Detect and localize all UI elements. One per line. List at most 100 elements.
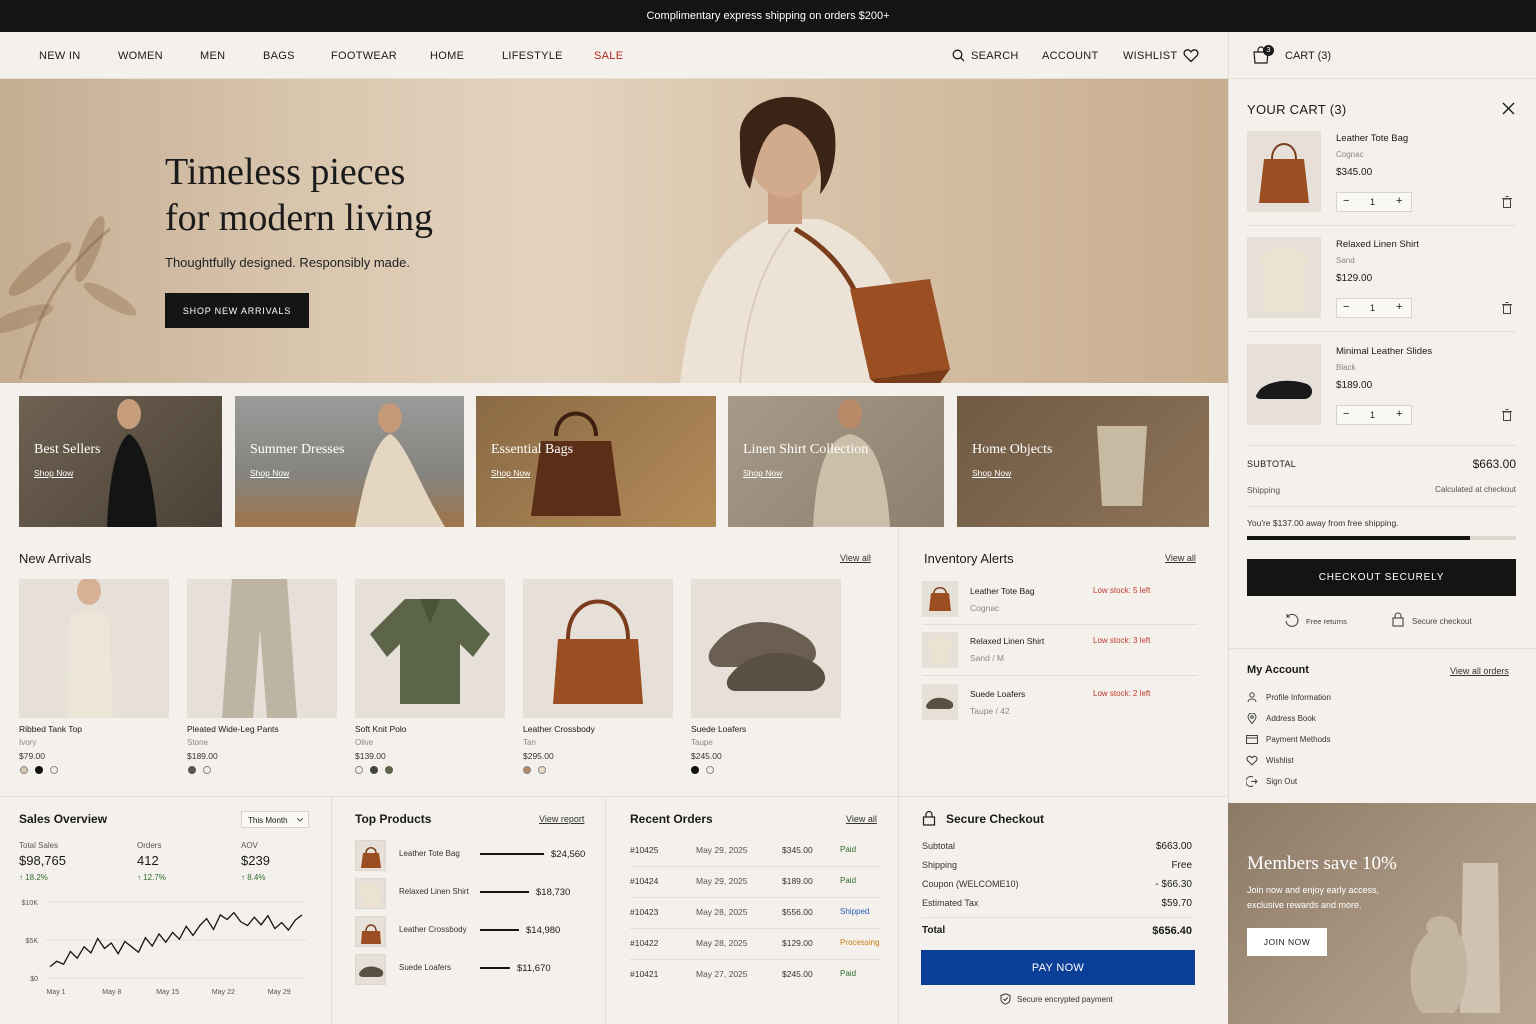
color-swatch[interactable]: [523, 766, 531, 774]
cart-item-image-shirt[interactable]: [1247, 237, 1321, 318]
product-image-crossbody[interactable]: [523, 579, 673, 718]
top-product-name[interactable]: Leather Tote Bag: [399, 849, 460, 858]
nav-men[interactable]: MEN: [200, 50, 225, 62]
search-link[interactable]: SEARCH: [971, 50, 1019, 62]
nav-bags[interactable]: BAGS: [263, 50, 295, 62]
trash-icon[interactable]: [1502, 196, 1512, 208]
product-image-polo[interactable]: [355, 579, 505, 718]
members-title: Members save 10%: [1247, 853, 1397, 874]
nav-new-in[interactable]: NEW IN: [39, 50, 81, 62]
nav-footwear[interactable]: FOOTWEAR: [331, 50, 397, 62]
category-shop-link[interactable]: Shop Now: [491, 468, 530, 478]
decrease-qty-button[interactable]: −: [1343, 195, 1349, 207]
order-id[interactable]: #10423: [630, 907, 658, 917]
top-product-name[interactable]: Suede Loafers: [399, 963, 451, 972]
cart-item-name[interactable]: Minimal Leather Slides: [1336, 346, 1432, 357]
nav-sale[interactable]: SALE: [594, 50, 623, 62]
account-wishlist-link[interactable]: Wishlist: [1266, 756, 1294, 765]
product-price: $189.00: [187, 751, 218, 761]
color-swatch[interactable]: [35, 766, 43, 774]
category-shop-link[interactable]: Shop Now: [34, 468, 73, 478]
top-product-name[interactable]: Relaxed Linen Shirt: [399, 887, 469, 896]
account-sign-out-link[interactable]: Sign Out: [1266, 777, 1297, 786]
period-dropdown[interactable]: This Month: [241, 811, 309, 828]
account-address-link[interactable]: Address Book: [1266, 714, 1316, 723]
top-product-thumbnail: [355, 878, 386, 909]
trash-icon[interactable]: [1502, 409, 1512, 421]
category-summer-dresses[interactable]: Summer Dresses Shop Now: [235, 396, 464, 527]
order-id[interactable]: #10425: [630, 845, 658, 855]
category-shop-link[interactable]: Shop Now: [250, 468, 289, 478]
color-swatch[interactable]: [20, 766, 28, 774]
inventory-item-name[interactable]: Leather Tote Bag: [970, 586, 1035, 596]
category-shop-link[interactable]: Shop Now: [743, 468, 782, 478]
decrease-qty-button[interactable]: −: [1343, 408, 1349, 420]
heart-icon[interactable]: [1183, 48, 1199, 63]
category-essential-bags[interactable]: Essential Bags Shop Now: [476, 396, 716, 527]
product-name[interactable]: Soft Knit Polo: [355, 724, 407, 734]
cart-link[interactable]: CART (3): [1285, 50, 1331, 62]
product-name[interactable]: Pleated Wide-Leg Pants: [187, 724, 279, 734]
product-name[interactable]: Ribbed Tank Top: [19, 724, 82, 734]
x-tick-label: May 29: [268, 989, 291, 996]
order-id[interactable]: #10424: [630, 876, 658, 886]
color-swatch[interactable]: [706, 766, 714, 774]
order-status-badge: Paid: [840, 876, 857, 885]
shop-new-arrivals-button[interactable]: SHOP NEW ARRIVALS: [165, 293, 309, 328]
top-product-name[interactable]: Leather Crossbody: [399, 925, 467, 934]
category-linen-shirt[interactable]: Linen Shirt Collection Shop Now: [728, 396, 944, 527]
cart-item-name[interactable]: Relaxed Linen Shirt: [1336, 239, 1419, 250]
color-swatch[interactable]: [203, 766, 211, 774]
view-all-orders-link[interactable]: View all orders: [1450, 666, 1509, 676]
cart-item-name[interactable]: Leather Tote Bag: [1336, 133, 1408, 144]
summary-label: Subtotal: [922, 841, 956, 851]
decrease-qty-button[interactable]: −: [1343, 301, 1349, 313]
join-now-button[interactable]: JOIN NOW: [1247, 928, 1327, 956]
increase-qty-button[interactable]: +: [1396, 195, 1402, 207]
inventory-view-all[interactable]: View all: [1165, 553, 1196, 563]
category-summer-dresses-image: [355, 403, 445, 527]
pay-now-button[interactable]: PAY NOW: [921, 950, 1195, 985]
order-id[interactable]: #10421: [630, 969, 658, 979]
my-account-title: My Account: [1247, 664, 1309, 676]
account-link[interactable]: ACCOUNT: [1042, 50, 1099, 62]
product-price: $139.00: [355, 751, 386, 761]
category-home-objects[interactable]: Home Objects Shop Now: [957, 396, 1209, 527]
new-arrivals-view-all[interactable]: View all: [840, 553, 871, 563]
cart-item-image-slides[interactable]: [1247, 344, 1321, 425]
category-best-sellers[interactable]: Best Sellers Shop Now: [19, 396, 222, 527]
order-id[interactable]: #10422: [630, 938, 658, 948]
nav-lifestyle[interactable]: LIFESTYLE: [502, 50, 563, 62]
inventory-item-name[interactable]: Suede Loafers: [970, 689, 1025, 699]
nav-home[interactable]: HOME: [430, 50, 464, 62]
summary-label: Shipping: [922, 860, 958, 870]
color-swatch[interactable]: [385, 766, 393, 774]
cart-item-image-tote[interactable]: [1247, 131, 1321, 212]
category-shop-link[interactable]: Shop Now: [972, 468, 1011, 478]
nav-women[interactable]: WOMEN: [118, 50, 163, 62]
product-name[interactable]: Suede Loafers: [691, 724, 746, 734]
increase-qty-button[interactable]: +: [1396, 408, 1402, 420]
close-icon[interactable]: [1502, 102, 1515, 115]
checkout-securely-button[interactable]: CHECKOUT SECURELY: [1247, 559, 1516, 596]
inventory-item-name[interactable]: Relaxed Linen Shirt: [970, 636, 1044, 646]
trash-icon[interactable]: [1502, 302, 1512, 314]
orders-view-all[interactable]: View all: [846, 814, 877, 824]
product-name[interactable]: Leather Crossbody: [523, 724, 595, 734]
color-swatch[interactable]: [355, 766, 363, 774]
color-swatch[interactable]: [50, 766, 58, 774]
color-swatch[interactable]: [538, 766, 546, 774]
increase-qty-button[interactable]: +: [1396, 301, 1402, 313]
view-report-link[interactable]: View report: [539, 814, 584, 824]
product-image-tank[interactable]: [19, 579, 169, 718]
account-payment-link[interactable]: Payment Methods: [1266, 735, 1330, 744]
search-icon[interactable]: [952, 49, 965, 62]
color-swatch[interactable]: [691, 766, 699, 774]
divider: [605, 797, 606, 1024]
color-swatch[interactable]: [370, 766, 378, 774]
account-profile-link[interactable]: Profile Information: [1266, 693, 1331, 702]
color-swatch[interactable]: [188, 766, 196, 774]
product-image-loafers[interactable]: [691, 579, 841, 718]
product-image-pants[interactable]: [187, 579, 337, 718]
wishlist-link[interactable]: WISHLIST: [1123, 50, 1177, 62]
